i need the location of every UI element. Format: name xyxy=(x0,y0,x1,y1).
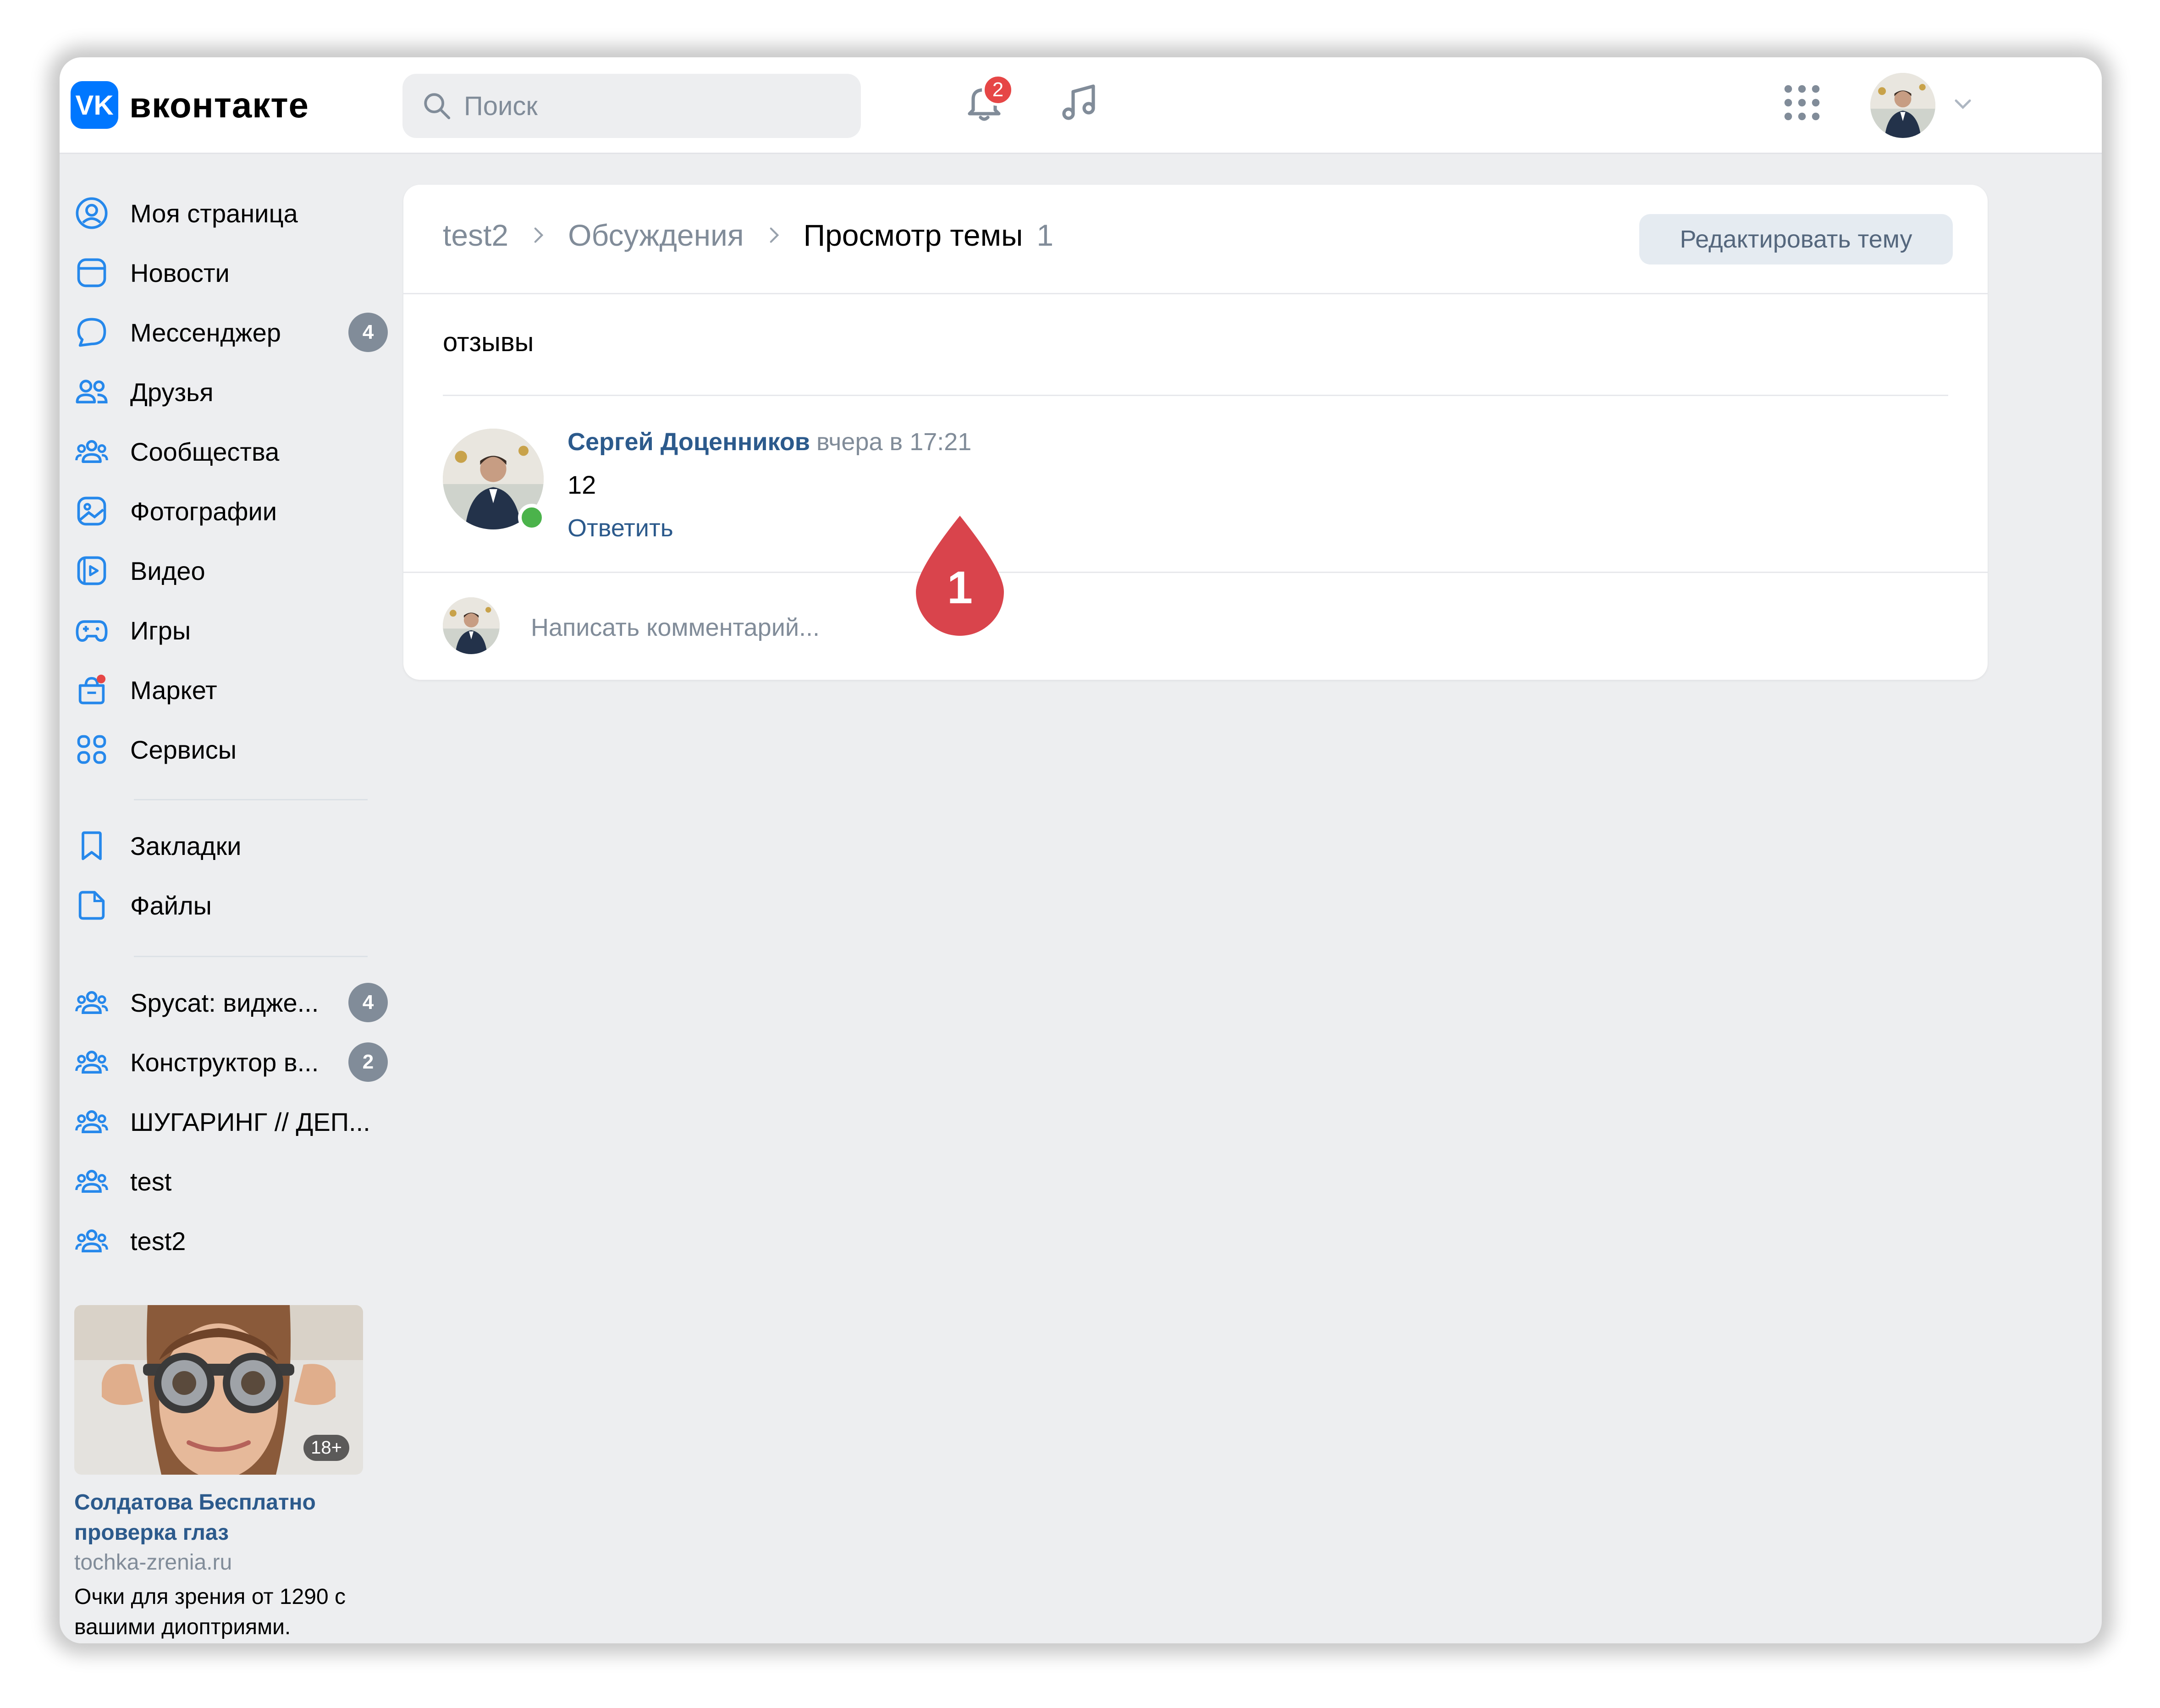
sidebar-item-label: Spycat: видже... xyxy=(130,988,319,1017)
search-box[interactable] xyxy=(402,74,861,138)
sidebar-item-label: Сообщества xyxy=(130,437,280,466)
breadcrumb-discussions[interactable]: Обсуждения xyxy=(568,218,744,253)
sidebar-item-label: Игры xyxy=(130,616,191,645)
group-icon xyxy=(73,1103,110,1140)
sidebar-item-group-test2[interactable]: test2 xyxy=(73,1218,394,1264)
top-header: VK вконтакте 2 xyxy=(60,57,2102,154)
current-user-avatar xyxy=(443,597,500,654)
sidebar-item-label: Конструктор в... xyxy=(130,1047,319,1077)
ad-title[interactable]: Солдатова Бесплатно проверка глаз xyxy=(74,1488,395,1548)
sidebar-item-group-test[interactable]: test xyxy=(73,1158,394,1204)
breadcrumb-group[interactable]: test2 xyxy=(443,218,508,253)
sidebar-item-video[interactable]: Видео xyxy=(73,548,394,594)
gamepad-icon xyxy=(73,612,110,649)
sidebar-item-news[interactable]: Новости xyxy=(73,250,394,296)
sidebar-item-group-spycat[interactable]: Spycat: видже... 4 xyxy=(73,980,394,1025)
post-author[interactable]: Сергей Доценников xyxy=(568,428,810,456)
comment-input[interactable] xyxy=(530,606,1861,649)
edit-topic-button[interactable]: Редактировать тему xyxy=(1639,214,1953,264)
sidebar-divider xyxy=(134,956,368,957)
friends-icon xyxy=(73,374,110,410)
profile-avatar[interactable] xyxy=(1870,73,1935,138)
browser-window: VK вконтакте 2 xyxy=(60,57,2102,1643)
reply-link[interactable]: Ответить xyxy=(568,514,673,542)
apps-grid-icon xyxy=(1784,85,1820,121)
sidebar-item-group-shugaring[interactable]: ШУГАРИНГ // ДЕП... xyxy=(73,1099,394,1145)
sidebar-item-market[interactable]: Маркет xyxy=(73,667,394,713)
search-input[interactable] xyxy=(463,90,841,122)
sidebar-item-label: test xyxy=(130,1167,172,1196)
sidebar-item-files[interactable]: Файлы xyxy=(73,882,394,928)
notifications-badge: 2 xyxy=(982,74,1014,106)
sidebar-item-services[interactable]: Сервисы xyxy=(73,727,394,772)
sidebar-item-photos[interactable]: Фотографии xyxy=(73,488,394,534)
file-icon xyxy=(73,887,110,924)
music-button[interactable] xyxy=(1053,77,1104,128)
sidebar-divider xyxy=(134,799,368,800)
unread-count-badge: 4 xyxy=(348,313,388,352)
sidebar-item-label: Друзья xyxy=(130,377,214,407)
apps-button[interactable] xyxy=(1777,77,1827,128)
user-circle-icon xyxy=(73,195,110,231)
sidebar-item-label: ШУГАРИНГ // ДЕП... xyxy=(130,1107,370,1136)
vk-logo-mark: VK xyxy=(71,81,118,129)
topic-card: test2 Обсуждения Просмотр темы 1 Редакти… xyxy=(403,185,1988,680)
vk-logo-text: вконтакте xyxy=(129,84,309,125)
sidebar-item-label: Файлы xyxy=(130,891,212,920)
topic-title: отзывы xyxy=(443,327,534,357)
callout-number: 1 xyxy=(947,562,973,613)
sidebar-item-label: Мессенджер xyxy=(130,318,281,347)
sidebar-item-label: Видео xyxy=(130,556,205,585)
sidebar-item-label: Моя страница xyxy=(130,198,298,228)
sidebar-item-games[interactable]: Игры xyxy=(73,607,394,653)
music-icon xyxy=(1062,84,1095,120)
video-icon xyxy=(73,552,110,589)
post-header: Сергей Доценников вчера в 17:21 xyxy=(568,428,971,456)
vk-logo[interactable]: VK вконтакте xyxy=(71,81,309,129)
sidebar-item-label: Фотографии xyxy=(130,496,277,526)
group-icon xyxy=(73,1163,110,1200)
post-timestamp[interactable]: вчера в 17:21 xyxy=(816,428,971,456)
sidebar-item-group-constructor[interactable]: Конструктор в... 2 xyxy=(73,1039,394,1085)
group-icon xyxy=(73,1044,110,1080)
chevron-down-icon[interactable] xyxy=(1949,90,1977,118)
divider xyxy=(443,395,1948,396)
unread-count-badge: 4 xyxy=(348,983,388,1022)
sidebar-item-label: Закладки xyxy=(130,831,242,860)
divider xyxy=(403,293,1988,294)
ad-domain[interactable]: tochka-zrenia.ru xyxy=(74,1550,232,1575)
message-icon xyxy=(73,314,110,351)
chevron-right-icon xyxy=(770,227,779,243)
post-text: 12 xyxy=(568,470,596,499)
sidebar-item-messenger[interactable]: Мессенджер 4 xyxy=(73,309,394,355)
sidebar-item-friends[interactable]: Друзья xyxy=(73,369,394,415)
sidebar-item-my-page[interactable]: Моя страница xyxy=(73,190,394,236)
post-count: 1 xyxy=(1036,218,1054,252)
group-icon xyxy=(73,984,110,1021)
market-icon xyxy=(73,672,110,708)
sidebar-item-label: Новости xyxy=(130,258,230,287)
communities-icon xyxy=(73,433,110,470)
ad-image[interactable]: 18+ xyxy=(74,1305,363,1475)
breadcrumb: test2 Обсуждения Просмотр темы 1 xyxy=(443,217,1053,253)
services-icon xyxy=(73,731,110,768)
sidebar-item-label: test2 xyxy=(130,1226,186,1256)
sidebar-item-label: Сервисы xyxy=(130,735,237,764)
photo-icon xyxy=(73,493,110,529)
divider xyxy=(403,572,1988,573)
bookmark-icon xyxy=(73,827,110,864)
online-indicator xyxy=(518,504,546,531)
newsfeed-icon xyxy=(73,254,110,291)
breadcrumb-current: Просмотр темы xyxy=(803,218,1023,252)
unread-count-badge: 2 xyxy=(348,1042,388,1082)
ad-text: Очки для зрения от 1290 с вашими диоптри… xyxy=(74,1585,346,1639)
sidebar-item-communities[interactable]: Сообщества xyxy=(73,429,394,474)
chevron-right-icon xyxy=(534,227,544,243)
age-restriction-badge: 18+ xyxy=(303,1435,349,1461)
sidebar-item-bookmarks[interactable]: Закладки xyxy=(73,823,394,869)
search-icon xyxy=(424,93,451,120)
sidebar-item-label: Маркет xyxy=(130,675,217,705)
group-icon xyxy=(73,1223,110,1259)
